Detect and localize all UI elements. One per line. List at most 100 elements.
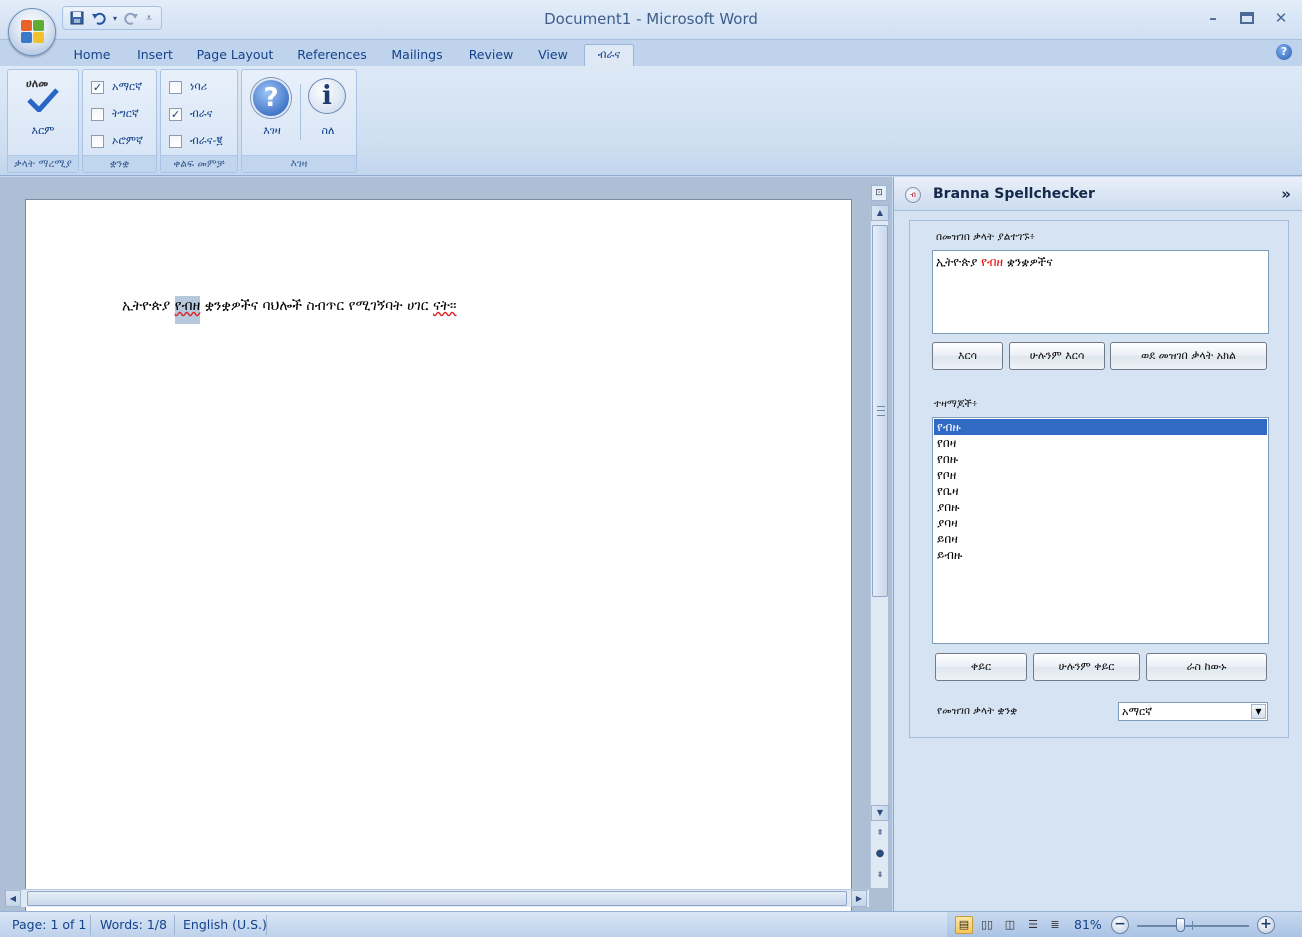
group-language: ✓ አማርኛ ትግርኛ ኦሮምኛ ቋንቋ	[82, 69, 157, 173]
scroll-left-icon[interactable]: ◀	[5, 890, 21, 907]
divider	[174, 915, 175, 935]
restore-icon[interactable]	[1236, 8, 1258, 28]
browse-object-icon[interactable]: ●	[871, 847, 889, 863]
option-branna2-keyboard[interactable]: ብራና-፪	[169, 132, 222, 150]
dictionary-language-select[interactable]: አማርኛ ▼	[1118, 702, 1268, 721]
question-icon: ?	[251, 78, 291, 118]
view-ruler-icon[interactable]: ⊡	[871, 185, 887, 201]
flagged-word[interactable]: ናት፡፡	[433, 298, 456, 314]
zoom-out-icon[interactable]: −	[1111, 916, 1129, 934]
tab-home[interactable]: Home	[64, 44, 120, 66]
outline-icon[interactable]: ☰	[1024, 916, 1042, 934]
spellcheck-button[interactable]: ሀለመ እርም	[13, 74, 73, 140]
list-item[interactable]: ያበዙ	[934, 499, 1267, 515]
horizontal-scroll-thumb[interactable]	[27, 891, 847, 906]
title-bar: ▾ ⩡ Document1 - Microsoft Word – ✕	[0, 0, 1302, 56]
tab-mailings[interactable]: Mailings	[384, 44, 450, 66]
office-button[interactable]	[8, 8, 56, 56]
close-icon[interactable]: ✕	[1270, 8, 1292, 28]
option-oromo[interactable]: ኦሮምኛ	[91, 132, 143, 150]
about-button-label: ስለ	[321, 124, 335, 137]
checkbox-icon[interactable]	[169, 134, 182, 148]
zoom-slider-thumb[interactable]	[1176, 918, 1185, 932]
change-button[interactable]: ቀይር	[935, 653, 1027, 681]
scroll-right-icon[interactable]: ▶	[851, 890, 867, 907]
checkbox-icon[interactable]	[169, 80, 182, 94]
group-label: ቃላት ማረሚያ	[8, 155, 78, 172]
page-count[interactable]: Page: 1 of 1	[12, 917, 86, 932]
document-text[interactable]: ኢትዮጵያ የብዘ ቋንቋዎችና ባህሎች ስብጥር የሚገኝባት ሀገር ናት…	[122, 296, 456, 324]
list-item[interactable]: የብዙ	[934, 419, 1267, 435]
office-logo-icon	[21, 20, 45, 44]
misspelled-word[interactable]: የብዘ	[174, 296, 201, 324]
tab-view[interactable]: View	[530, 44, 576, 66]
checkbox-icon[interactable]	[91, 107, 104, 121]
tab-review[interactable]: Review	[460, 44, 522, 66]
branna-logo-icon: ብ	[905, 187, 921, 203]
horizontal-scrollbar[interactable]: ◀ ▶	[5, 889, 869, 907]
chevron-down-icon[interactable]: ▼	[1251, 704, 1266, 719]
option-default-keyboard[interactable]: ነባሪ	[169, 78, 207, 96]
web-layout-icon[interactable]: ◫	[1001, 916, 1019, 934]
list-item[interactable]: ይበዛ	[934, 531, 1267, 547]
tab-page-layout[interactable]: Page Layout	[190, 44, 280, 66]
tab-references[interactable]: References	[290, 44, 374, 66]
scroll-down-icon[interactable]: ▼	[871, 805, 889, 821]
tab-insert[interactable]: Insert	[128, 44, 182, 66]
document-text-segment: ቋንቋዎችና ባህሎች ስብጥር የሚገኝባት ሀገር	[200, 298, 433, 314]
autocorrect-button[interactable]: ራስ ከውኑ	[1146, 653, 1267, 681]
vertical-scroll-thumb[interactable]	[872, 225, 888, 597]
checkbox-icon[interactable]	[91, 134, 104, 148]
list-item[interactable]: የበዙ	[934, 451, 1267, 467]
list-item[interactable]: የበዛ	[934, 435, 1267, 451]
scroll-up-icon[interactable]: ▲	[871, 205, 889, 221]
group-label: እገዛ	[242, 155, 356, 172]
option-tigrinya[interactable]: ትግርኛ	[91, 105, 139, 123]
help-button[interactable]: ? እገዛ	[242, 74, 302, 140]
grip-icon	[877, 406, 885, 416]
document-page[interactable]: ኢትዮጵያ የብዘ ቋንቋዎችና ባህሎች ስብጥር የሚገኝባት ሀገር ናት…	[25, 199, 852, 911]
not-found-text-box[interactable]: ኢትዮጵያ የብዘ ቋንቋዎችና	[932, 250, 1269, 334]
spellchecker-pane: ብ Branna Spellchecker » በመዝገበ ቃላት ያልተገኙ፥…	[893, 177, 1302, 911]
print-layout-icon[interactable]: ▤	[955, 916, 973, 934]
list-item[interactable]: የቤዛ	[934, 483, 1267, 499]
pane-header: ብ Branna Spellchecker »	[894, 177, 1302, 211]
about-button[interactable]: i ስለ	[298, 74, 358, 140]
help-button-label: እገዛ	[263, 124, 281, 137]
ignore-button[interactable]: እርሳ	[932, 342, 1003, 370]
group-help: ? እገዛ i ስለ እገዛ	[241, 69, 357, 173]
not-found-label: በመዝገበ ቃላት ያልተገኙ፥	[936, 231, 1036, 243]
zoom-level[interactable]: 81%	[1074, 917, 1102, 932]
checkbox-checked-icon[interactable]: ✓	[169, 107, 182, 121]
draft-icon[interactable]: ≣	[1046, 916, 1064, 934]
option-amharic[interactable]: ✓ አማርኛ	[91, 78, 142, 96]
list-item[interactable]: የቦዘ	[934, 467, 1267, 483]
add-to-dictionary-button[interactable]: ወደ መዝገበ ቃላት አክል	[1110, 342, 1267, 370]
language-status[interactable]: English (U.S.)	[183, 917, 267, 932]
collapse-pane-icon[interactable]: »	[1281, 185, 1291, 203]
full-screen-reading-icon[interactable]: ▯▯	[978, 916, 996, 934]
group-label: ቋንቋ	[83, 155, 156, 172]
document-text-segment: ኢትዮጵያ	[122, 298, 175, 314]
checkbox-checked-icon[interactable]: ✓	[91, 80, 104, 94]
misspelled-word: የብዘ	[981, 255, 1004, 269]
vertical-scrollbar[interactable]: ▲ ▼ ⇞ ● ⇟	[870, 205, 889, 888]
minimize-icon[interactable]: –	[1202, 8, 1224, 28]
pane-body: በመዝገበ ቃላት ያልተገኙ፥ ኢትዮጵያ የብዘ ቋንቋዎችና እርሳ ሁሉ…	[909, 220, 1289, 738]
suggestions-list[interactable]: የብዙ የበዛ የበዙ የቦዘ የቤዛ ያበዙ ያባዛ ይበዛ ይብዙ	[932, 417, 1269, 644]
next-page-icon[interactable]: ⇟	[871, 868, 889, 884]
info-icon: i	[308, 78, 346, 114]
ignore-all-button[interactable]: ሁሉንም እርሳ	[1009, 342, 1105, 370]
option-branna-keyboard[interactable]: ✓ ብራና	[169, 105, 212, 123]
word-count[interactable]: Words: 1/8	[100, 917, 167, 932]
zoom-in-icon[interactable]: +	[1257, 916, 1275, 934]
list-item[interactable]: ይብዙ	[934, 547, 1267, 563]
tab-branna[interactable]: ብራና	[584, 44, 634, 66]
checkmark-icon	[27, 88, 59, 112]
ribbon: ሀለመ እርም ቃላት ማረሚያ ✓ አማርኛ ትግርኛ ኦሮምኛ ቋንቋ ነባሪ…	[0, 66, 1302, 176]
zoom-slider-track[interactable]	[1137, 925, 1249, 927]
help-icon[interactable]: ?	[1276, 44, 1292, 60]
previous-page-icon[interactable]: ⇞	[871, 826, 889, 842]
list-item[interactable]: ያባዛ	[934, 515, 1267, 531]
change-all-button[interactable]: ሁሉንም ቀይር	[1033, 653, 1140, 681]
